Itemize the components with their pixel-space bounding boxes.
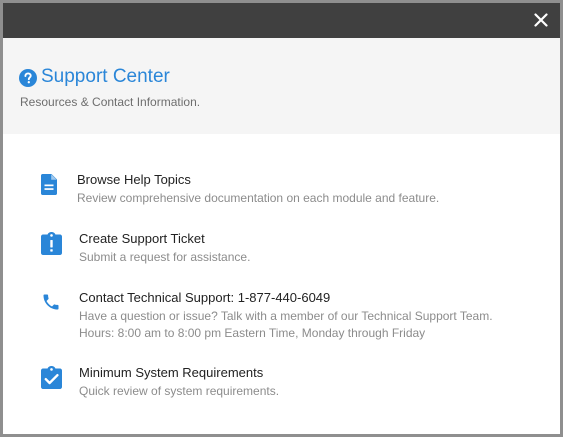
dialog-header: Support Center Resources & Contact Infor… (3, 38, 560, 134)
phone-icon (43, 294, 59, 310)
ticket-alert-icon (41, 232, 62, 255)
document-icon (41, 174, 57, 195)
contact-technical-support-link[interactable]: Contact Technical Support: 1-877-440-604… (37, 290, 540, 346)
support-hours: Hours: 8:00 am to 8:00 pm Eastern Time, … (79, 326, 426, 340)
browse-help-topics-link[interactable]: Browse Help Topics Review comprehensive … (37, 172, 540, 208)
item-description: Review comprehensive documentation on ea… (77, 191, 440, 205)
item-label: Create Support Ticket (79, 231, 205, 246)
help-circle-icon (19, 69, 37, 87)
item-description: Submit a request for assistance. (79, 250, 251, 264)
clipboard-check-icon (41, 366, 62, 389)
minimum-system-requirements-link[interactable]: Minimum System Requirements Quick review… (37, 365, 540, 401)
close-button[interactable] (530, 9, 552, 31)
close-icon[interactable] (534, 13, 548, 27)
dialog-titlebar (3, 3, 560, 38)
create-support-ticket-link[interactable]: Create Support Ticket Submit a request f… (37, 231, 540, 267)
item-label: Contact Technical Support: 1-877-440-604… (79, 290, 331, 305)
item-label: Browse Help Topics (77, 172, 191, 187)
item-label: Minimum System Requirements (79, 365, 264, 380)
page-subtitle: Resources & Contact Information. (20, 95, 201, 109)
item-description: Have a question or issue? Talk with a me… (79, 309, 493, 323)
support-center-dialog: Support Center Resources & Contact Infor… (0, 0, 563, 437)
page-title: Support Center (41, 66, 170, 87)
item-description: Quick review of system requirements. (79, 384, 280, 398)
